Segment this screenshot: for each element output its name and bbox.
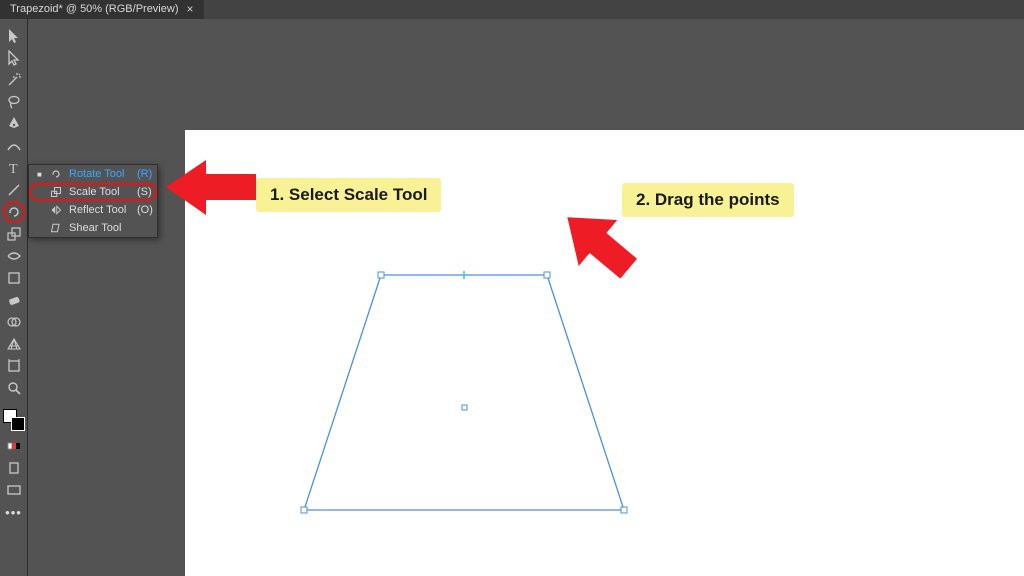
free-transform-tool-icon[interactable] xyxy=(3,267,25,289)
artboard-tool-icon[interactable] xyxy=(3,355,25,377)
center-reference-point[interactable] xyxy=(462,405,467,410)
zoom-tool-icon[interactable] xyxy=(3,377,25,399)
reflect-icon xyxy=(49,204,63,216)
edit-toolbar-icon[interactable]: ••• xyxy=(5,505,22,520)
direct-selection-tool-icon[interactable] xyxy=(3,47,25,69)
fill-stroke-swatch[interactable] xyxy=(3,409,25,431)
anchor-bottom-left[interactable] xyxy=(301,507,307,513)
scale-tool-icon[interactable] xyxy=(3,223,25,245)
document-tab[interactable]: Trapezoid* @ 50% (RGB/Preview) × xyxy=(0,0,204,19)
pen-tool-icon[interactable] xyxy=(3,113,25,135)
shear-icon xyxy=(49,222,63,234)
color-mode-icon[interactable] xyxy=(3,435,25,457)
trapezoid-shape[interactable] xyxy=(304,275,624,510)
flyout-label: Rotate Tool xyxy=(69,168,131,180)
screen-mode-icon[interactable] xyxy=(3,479,25,501)
flyout-label: Shear Tool xyxy=(69,222,131,234)
stroke-swatch[interactable] xyxy=(11,417,25,431)
svg-text:T: T xyxy=(9,162,18,176)
perspective-grid-tool-icon[interactable] xyxy=(3,333,25,355)
annotation-step2: 2. Drag the points xyxy=(622,183,794,217)
lasso-tool-icon[interactable] xyxy=(3,91,25,113)
eraser-tool-icon[interactable] xyxy=(3,289,25,311)
flyout-shortcut: (O) xyxy=(137,204,157,216)
scale-icon xyxy=(49,186,63,198)
flyout-shortcut: (S) xyxy=(137,186,157,198)
annotation-step1: 1. Select Scale Tool xyxy=(256,178,441,212)
tab-title: Trapezoid* @ 50% (RGB/Preview) xyxy=(10,0,178,19)
flyout-label: Scale Tool xyxy=(69,186,131,198)
flyout-label: Reflect Tool xyxy=(69,204,131,216)
active-marker-icon: ■ xyxy=(37,170,43,179)
magic-wand-tool-icon[interactable] xyxy=(3,69,25,91)
annotation-arrow-1 xyxy=(166,160,256,215)
rotate-icon xyxy=(49,168,63,180)
flyout-scale-tool[interactable]: Scale Tool (S) xyxy=(29,183,157,201)
anchor-bottom-right[interactable] xyxy=(621,507,627,513)
rotate-tool-flyout: ■ Rotate Tool (R) Scale Tool (S) Reflect… xyxy=(28,164,158,238)
line-segment-tool-icon[interactable] xyxy=(3,179,25,201)
selection-tool-icon[interactable] xyxy=(3,25,25,47)
flyout-reflect-tool[interactable]: Reflect Tool (O) xyxy=(29,201,157,219)
shape-builder-tool-icon[interactable] xyxy=(3,311,25,333)
flyout-rotate-tool[interactable]: ■ Rotate Tool (R) xyxy=(29,165,157,183)
document-tab-bar: Trapezoid* @ 50% (RGB/Preview) × xyxy=(0,0,1024,19)
type-tool-icon[interactable]: T xyxy=(3,157,25,179)
tab-close-icon[interactable]: × xyxy=(186,0,193,19)
flyout-shear-tool[interactable]: Shear Tool xyxy=(29,219,157,237)
rotate-tool-icon[interactable] xyxy=(3,201,25,223)
draw-mode-icon[interactable] xyxy=(3,457,25,479)
anchor-top-right[interactable] xyxy=(544,272,550,278)
curvature-tool-icon[interactable] xyxy=(3,135,25,157)
anchor-top-left[interactable] xyxy=(378,272,384,278)
tool-panel: T ••• xyxy=(0,19,28,576)
flyout-shortcut: (R) xyxy=(137,168,157,180)
width-tool-icon[interactable] xyxy=(3,245,25,267)
